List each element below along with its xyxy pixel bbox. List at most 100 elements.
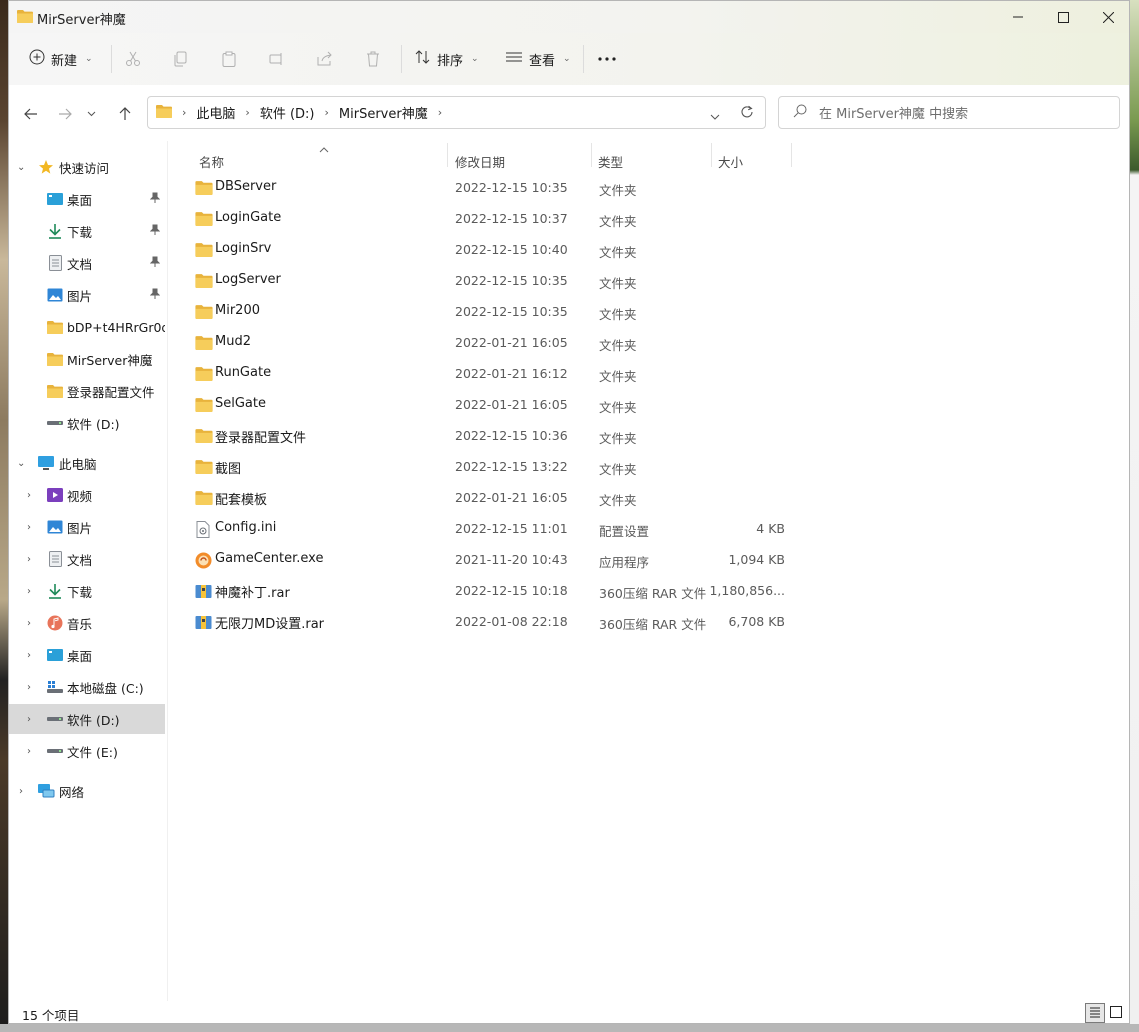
file-name[interactable]: LogServer bbox=[215, 272, 281, 287]
address-history-chevron-icon[interactable] bbox=[710, 108, 720, 123]
file-row[interactable]: 神魔补丁.rar 2022-12-15 10:18 360压缩 RAR 文件 1,18… bbox=[183, 576, 788, 606]
chevron-right-icon[interactable]: › bbox=[27, 522, 31, 533]
file-name[interactable]: Mir200 bbox=[215, 303, 260, 318]
sidebar-item-drive-d[interactable]: › 软件 (D:) bbox=[9, 704, 165, 734]
column-header-date[interactable]: 修改日期 bbox=[455, 147, 595, 175]
file-row[interactable]: 截图 2022-12-15 13:22 文件夹 bbox=[183, 452, 788, 482]
copy-icon[interactable] bbox=[171, 49, 191, 69]
sidebar-item-folder[interactable]: bDP+t4HRrGr0qd bbox=[9, 312, 165, 342]
sidebar-item-folder[interactable]: 登录器配置文件 bbox=[9, 376, 165, 406]
sidebar-item-music[interactable]: › 音乐 bbox=[9, 608, 165, 638]
chevron-right-icon[interactable]: › bbox=[27, 490, 31, 501]
file-name[interactable]: RunGate bbox=[215, 365, 271, 380]
chevron-right-icon[interactable]: › bbox=[245, 106, 249, 119]
chevron-right-icon[interactable]: › bbox=[438, 106, 442, 119]
large-icons-view-button[interactable] bbox=[1106, 1003, 1126, 1023]
refresh-icon[interactable] bbox=[740, 105, 754, 122]
file-row[interactable]: 登录器配置文件 2022-12-15 10:36 文件夹 bbox=[183, 421, 788, 451]
sidebar-item-drive-e[interactable]: › 文件 (E:) bbox=[9, 736, 165, 766]
new-button[interactable]: 新建 ⌄ bbox=[29, 45, 93, 73]
chevron-right-icon[interactable]: › bbox=[27, 682, 31, 693]
file-name[interactable]: Config.ini bbox=[215, 520, 276, 535]
delete-icon[interactable] bbox=[363, 49, 383, 69]
file-row[interactable]: RunGate 2022-01-21 16:12 文件夹 bbox=[183, 359, 788, 389]
view-button[interactable]: 查看 ⌄ bbox=[505, 45, 571, 73]
sidebar-item-documents-pinned[interactable]: 文档 bbox=[9, 248, 165, 278]
share-icon[interactable] bbox=[315, 49, 335, 69]
chevron-right-icon[interactable]: › bbox=[27, 650, 31, 661]
search-input[interactable]: 在 MirServer神魔 中搜索 bbox=[819, 103, 968, 122]
maximize-button[interactable] bbox=[1040, 1, 1086, 33]
file-name[interactable]: 登录器配置文件 bbox=[215, 427, 306, 446]
sidebar-item-network[interactable]: › 网络 bbox=[9, 776, 165, 806]
sidebar-item-videos[interactable]: › 视频 bbox=[9, 480, 165, 510]
file-row[interactable]: SelGate 2022-01-21 16:05 文件夹 bbox=[183, 390, 788, 420]
rename-icon[interactable] bbox=[267, 49, 287, 69]
breadcrumb-this-pc[interactable]: 此电脑 bbox=[196, 103, 235, 122]
sidebar-item-pictures-pinned[interactable]: 图片 bbox=[9, 280, 165, 310]
file-name[interactable]: Mud2 bbox=[215, 334, 251, 349]
forward-arrow-icon[interactable] bbox=[53, 103, 77, 125]
sidebar-item-drive-c[interactable]: › 本地磁盘 (C:) bbox=[9, 672, 165, 702]
file-row[interactable]: DBServer 2022-12-15 10:35 文件夹 bbox=[183, 173, 788, 203]
column-divider[interactable] bbox=[447, 143, 448, 167]
file-row[interactable]: Mud2 2022-01-21 16:05 文件夹 bbox=[183, 328, 788, 358]
file-name[interactable]: LoginGate bbox=[215, 210, 281, 225]
chevron-down-icon[interactable]: ⌄ bbox=[17, 162, 25, 173]
file-name[interactable]: GameCenter.exe bbox=[215, 551, 323, 566]
chevron-right-icon[interactable]: › bbox=[27, 618, 31, 629]
chevron-right-icon[interactable]: › bbox=[27, 586, 31, 597]
file-name[interactable]: DBServer bbox=[215, 179, 276, 194]
sidebar-item-quick-access[interactable]: ⌄ 快速访问 bbox=[9, 152, 165, 182]
chevron-right-icon[interactable]: › bbox=[19, 786, 23, 797]
back-arrow-icon[interactable] bbox=[19, 103, 43, 125]
column-divider[interactable] bbox=[711, 143, 712, 167]
sidebar-item-documents[interactable]: › 文档 bbox=[9, 544, 165, 574]
details-view-button[interactable] bbox=[1085, 1003, 1105, 1023]
up-arrow-icon[interactable] bbox=[113, 103, 137, 125]
chevron-right-icon[interactable]: › bbox=[27, 746, 31, 757]
column-header-type[interactable]: 类型 bbox=[598, 147, 708, 175]
chevron-right-icon[interactable]: › bbox=[27, 714, 31, 725]
sidebar-item-this-pc[interactable]: ⌄ 此电脑 bbox=[9, 448, 165, 478]
chevron-right-icon[interactable]: › bbox=[27, 554, 31, 565]
sidebar-item-desktop[interactable]: › 桌面 bbox=[9, 640, 165, 670]
sort-button[interactable]: 排序 ⌄ bbox=[415, 45, 479, 73]
file-row[interactable]: LogServer 2022-12-15 10:35 文件夹 bbox=[183, 266, 788, 296]
breadcrumb-drive-d[interactable]: 软件 (D:) bbox=[260, 103, 315, 122]
search-box[interactable]: 在 MirServer神魔 中搜索 bbox=[778, 96, 1120, 129]
close-button[interactable] bbox=[1085, 1, 1129, 33]
column-divider[interactable] bbox=[791, 143, 792, 167]
file-name[interactable]: LoginSrv bbox=[215, 241, 271, 256]
file-row[interactable]: GameCenter.exe 2021-11-20 10:43 应用程序 1,094 … bbox=[183, 545, 788, 575]
address-bar[interactable]: › 此电脑 › 软件 (D:) › MirServer神魔 › bbox=[147, 96, 766, 129]
sidebar-item-downloads[interactable]: › 下载 bbox=[9, 576, 165, 606]
paste-icon[interactable] bbox=[219, 49, 239, 69]
file-row[interactable]: LoginSrv 2022-12-15 10:40 文件夹 bbox=[183, 235, 788, 265]
file-row[interactable]: Mir200 2022-12-15 10:35 文件夹 bbox=[183, 297, 788, 327]
file-name[interactable]: 配套模板 bbox=[215, 489, 267, 508]
file-row[interactable]: Config.ini 2022-12-15 11:01 配置设置 4 KB bbox=[183, 514, 788, 544]
file-name[interactable]: 神魔补丁.rar bbox=[215, 582, 290, 601]
chevron-down-icon[interactable]: ⌄ bbox=[17, 458, 25, 469]
more-options-icon[interactable] bbox=[597, 49, 617, 69]
file-row[interactable]: 配套模板 2022-01-21 16:05 文件夹 bbox=[183, 483, 788, 513]
file-name[interactable]: 截图 bbox=[215, 458, 241, 477]
file-row[interactable]: LoginGate 2022-12-15 10:37 文件夹 bbox=[183, 204, 788, 234]
chevron-right-icon[interactable]: › bbox=[325, 106, 329, 119]
column-header-size[interactable]: 大小 bbox=[718, 147, 788, 175]
sidebar-item-downloads-pinned[interactable]: 下载 bbox=[9, 216, 165, 246]
sidebar-item-pictures[interactable]: › 图片 bbox=[9, 512, 165, 542]
recent-locations-chevron-icon[interactable] bbox=[83, 103, 99, 125]
column-divider[interactable] bbox=[591, 143, 592, 167]
column-header-name[interactable]: 名称 bbox=[199, 147, 449, 175]
sidebar-item-drive-d-quick[interactable]: 软件 (D:) bbox=[9, 408, 165, 438]
file-name[interactable]: 无限刀MD设置.rar bbox=[215, 613, 324, 632]
file-name[interactable]: SelGate bbox=[215, 396, 266, 411]
sidebar-item-folder[interactable]: MirServer神魔 bbox=[9, 344, 165, 374]
sidebar-item-desktop-pinned[interactable]: 桌面 bbox=[9, 184, 165, 214]
minimize-button[interactable] bbox=[995, 1, 1041, 33]
pane-divider[interactable] bbox=[167, 141, 168, 1001]
breadcrumb-current-folder[interactable]: MirServer神魔 bbox=[339, 103, 428, 122]
cut-icon[interactable] bbox=[123, 49, 143, 69]
